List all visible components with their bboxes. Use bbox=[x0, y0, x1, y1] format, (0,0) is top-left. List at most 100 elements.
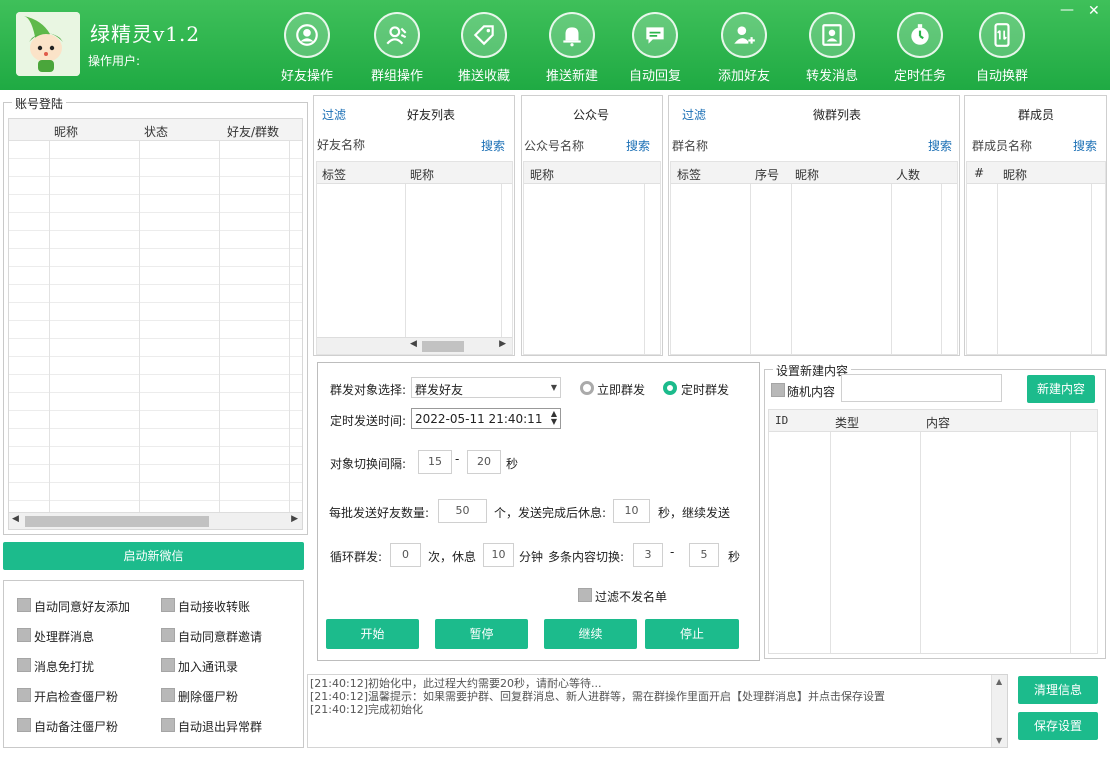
official-account-panel: 公众号 公众号名称 搜索 昵称 bbox=[521, 95, 663, 356]
nav-push-favorites[interactable]: 推送收藏 bbox=[444, 8, 524, 88]
col-member-count: 人数 bbox=[896, 168, 921, 182]
random-content-checkbox[interactable] bbox=[771, 383, 785, 397]
group-table[interactable]: 标签 序号 昵称 人数 bbox=[670, 161, 958, 355]
spinner-icon[interactable]: ▲ ▼ bbox=[551, 410, 557, 426]
friend-table[interactable]: 标签 昵称 ◀ ▶ bbox=[316, 161, 513, 355]
pause-button[interactable]: 暂停 bbox=[435, 619, 528, 649]
interval-max-input[interactable]: 20 bbox=[467, 450, 501, 474]
option-checkbox[interactable] bbox=[17, 598, 31, 612]
log-vscroll[interactable]: ▲ ▼ bbox=[991, 675, 1007, 747]
member-table[interactable]: # 昵称 bbox=[966, 161, 1106, 355]
log-line: [21:40:12]初始化中，此过程大约需要20秒，请耐心等待... bbox=[310, 677, 602, 690]
new-content-button[interactable]: 新建内容 bbox=[1027, 375, 1095, 403]
content-name-input[interactable] bbox=[841, 374, 1002, 402]
radio-send-timed-label: 定时群发 bbox=[681, 383, 730, 397]
member-name-label: 群成员名称 bbox=[972, 139, 1033, 153]
loop-count-input[interactable]: 0 bbox=[390, 543, 421, 567]
filter-blacklist-label: 过滤不发名单 bbox=[595, 590, 668, 604]
nav-label: 定时任务 bbox=[893, 69, 946, 84]
option-checkbox[interactable] bbox=[17, 718, 31, 732]
app-logo bbox=[16, 12, 80, 76]
official-table[interactable]: 昵称 bbox=[523, 161, 661, 355]
batch-count-input[interactable]: 50 bbox=[438, 499, 487, 523]
option-checkbox[interactable] bbox=[161, 658, 175, 672]
target-select[interactable]: 群发好友 ▼ bbox=[411, 377, 561, 398]
filter-blacklist-checkbox[interactable] bbox=[578, 588, 592, 602]
account-rows bbox=[9, 141, 302, 529]
time-picker[interactable]: 2022-05-11 21:40:11 ▲ ▼ bbox=[411, 408, 561, 429]
operator-label: 操作用户: bbox=[88, 54, 141, 68]
save-settings-button[interactable]: 保存设置 bbox=[1018, 712, 1098, 740]
target-value: 群发好友 bbox=[415, 383, 464, 397]
option-checkbox[interactable] bbox=[161, 628, 175, 642]
option-checkbox[interactable] bbox=[161, 598, 175, 612]
nav-timed-task[interactable]: 定时任务 bbox=[880, 8, 960, 88]
loop-rest-input[interactable]: 10 bbox=[483, 543, 514, 567]
group-name-label: 群名称 bbox=[672, 139, 709, 153]
account-hscroll[interactable]: ◀ ▶ bbox=[9, 512, 302, 529]
nav-label: 群组操作 bbox=[370, 69, 423, 84]
nav-label: 好友操作 bbox=[280, 69, 333, 84]
loop-label: 循环群发: bbox=[330, 550, 383, 564]
group-filter-link[interactable]: 过滤 bbox=[682, 106, 706, 123]
start-button[interactable]: 开始 bbox=[326, 619, 419, 649]
nav-forward-msg[interactable]: 转发消息 bbox=[792, 8, 872, 88]
nav-label: 自动换群 bbox=[975, 69, 1028, 84]
bell-icon bbox=[549, 12, 595, 58]
friend-hscroll[interactable]: ◀ ▶ bbox=[317, 337, 512, 354]
batch-label: 每批发送好友数量: bbox=[329, 506, 430, 520]
nav-push-new[interactable]: 推送新建 bbox=[532, 8, 612, 88]
nav-group-ops[interactable]: 群组操作 bbox=[357, 8, 437, 88]
option-checkbox[interactable] bbox=[17, 628, 31, 642]
switch-min-input[interactable]: 3 bbox=[633, 543, 663, 567]
col-nickname: 昵称 bbox=[410, 168, 435, 182]
stop-button[interactable]: 停止 bbox=[645, 619, 739, 649]
person-circle-icon bbox=[284, 12, 330, 58]
account-table[interactable]: 昵称 状态 好友/群数 ◀ ▶ bbox=[8, 118, 303, 530]
start-new-wechat-button[interactable]: 启动新微信 bbox=[3, 542, 304, 570]
time-label: 定时发送时间: bbox=[330, 414, 407, 428]
col-index: 序号 bbox=[755, 168, 780, 182]
friend-list-title: 好友列表 bbox=[407, 108, 456, 122]
option-checkbox[interactable] bbox=[17, 688, 31, 702]
friend-list-panel: 过滤 好友列表 好友名称 搜索 标签 昵称 ◀ ▶ bbox=[313, 95, 515, 356]
option-label: 自动退出异常群 bbox=[178, 720, 263, 734]
radio-send-timed[interactable] bbox=[663, 381, 677, 395]
nav-auto-reply[interactable]: 自动回复 bbox=[615, 8, 695, 88]
group-member-panel: 群成员 群成员名称 搜索 # 昵称 bbox=[964, 95, 1107, 356]
switch-dash: - bbox=[670, 545, 675, 559]
rest-seconds-input[interactable]: 10 bbox=[613, 499, 650, 523]
minimize-button[interactable]: — bbox=[1060, 2, 1074, 18]
official-search-button[interactable]: 搜索 bbox=[626, 137, 650, 154]
loop-mid-text: 次，休息 bbox=[428, 550, 477, 564]
member-search-button[interactable]: 搜索 bbox=[1073, 137, 1097, 154]
clear-log-button[interactable]: 清理信息 bbox=[1018, 676, 1098, 704]
switch-max-input[interactable]: 5 bbox=[689, 543, 719, 567]
option-label: 自动接收转账 bbox=[178, 600, 251, 614]
friend-search-button[interactable]: 搜索 bbox=[481, 137, 505, 154]
interval-label: 对象切换间隔: bbox=[330, 457, 407, 471]
friend-filter-link[interactable]: 过滤 bbox=[322, 106, 346, 123]
account-login-title: 账号登陆 bbox=[12, 95, 67, 112]
loop-min-text: 分钟 bbox=[519, 550, 544, 564]
option-checkbox[interactable] bbox=[17, 658, 31, 672]
option-label: 删除僵尸粉 bbox=[178, 690, 239, 704]
interval-min-input[interactable]: 15 bbox=[418, 450, 452, 474]
resume-button[interactable]: 继续 bbox=[544, 619, 637, 649]
nav-friend-ops[interactable]: 好友操作 bbox=[267, 8, 347, 88]
col-friend-group-count: 好友/群数 bbox=[227, 125, 280, 139]
col-content: 内容 bbox=[926, 416, 951, 430]
group-person-icon bbox=[374, 12, 420, 58]
close-button[interactable]: ✕ bbox=[1088, 3, 1100, 19]
col-nickname: 昵称 bbox=[795, 168, 820, 182]
option-checkbox[interactable] bbox=[161, 688, 175, 702]
content-table[interactable]: ID 类型 内容 bbox=[768, 409, 1098, 654]
official-name-label: 公众号名称 bbox=[524, 139, 585, 153]
col-tag: 标签 bbox=[322, 168, 347, 182]
radio-send-now[interactable] bbox=[580, 381, 594, 395]
option-checkbox[interactable] bbox=[161, 718, 175, 732]
group-search-button[interactable]: 搜索 bbox=[928, 137, 952, 154]
log-textarea[interactable]: [21:40:12]初始化中，此过程大约需要20秒，请耐心等待... [21:4… bbox=[307, 674, 1008, 748]
nav-auto-switch-group[interactable]: 自动换群 bbox=[962, 8, 1042, 88]
nav-add-friend[interactable]: 添加好友 bbox=[704, 8, 784, 88]
